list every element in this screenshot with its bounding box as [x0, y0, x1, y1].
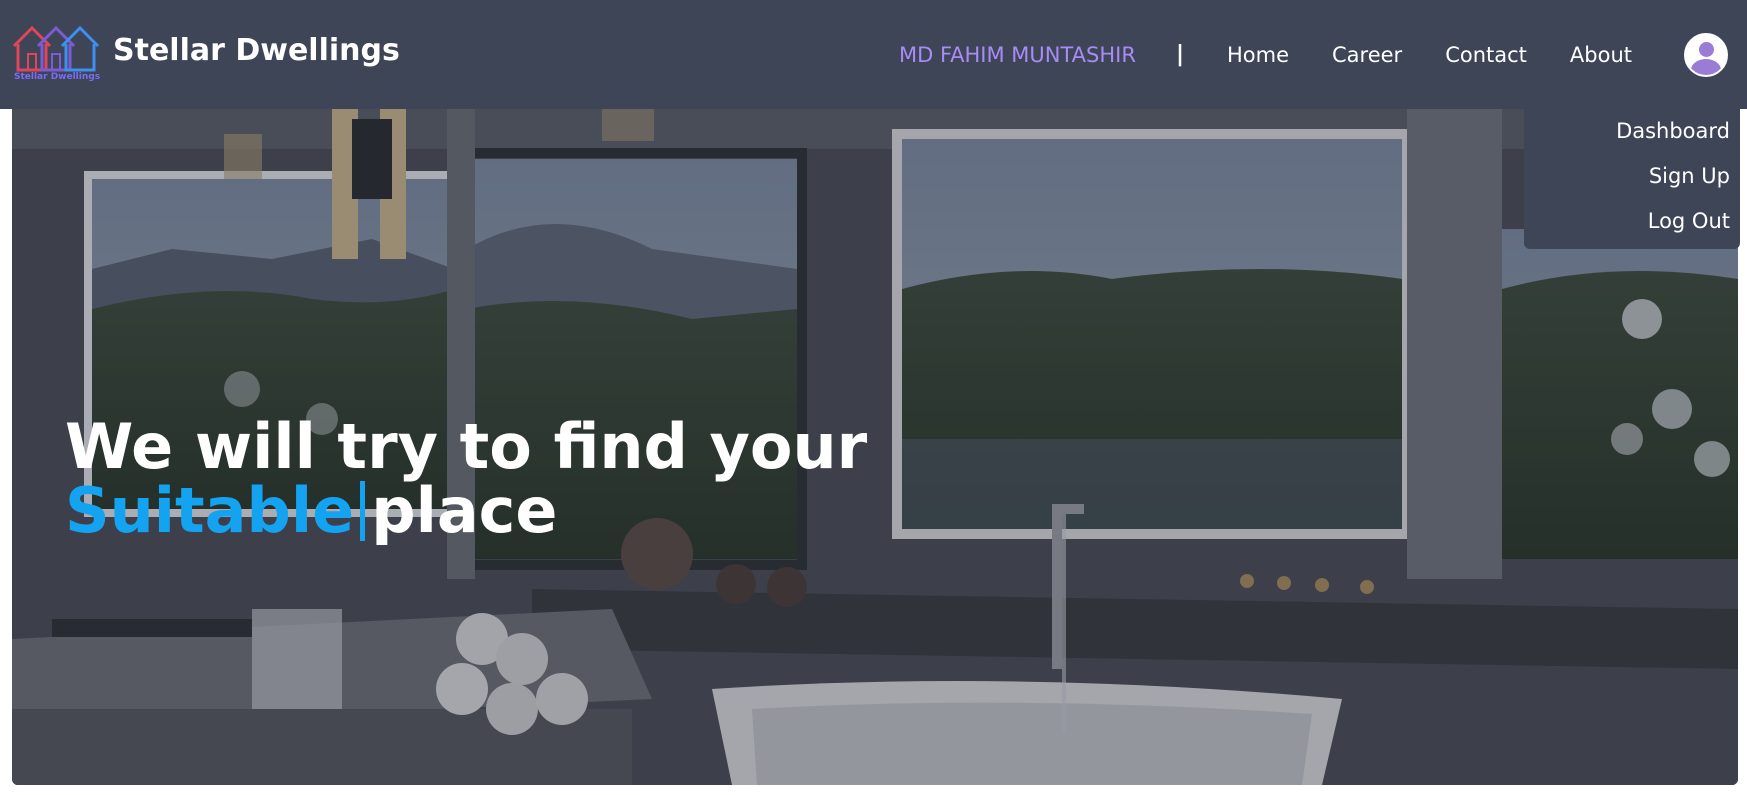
hero-banner: We will try to find your Suitable place — [12, 109, 1738, 785]
avatar-head — [1699, 41, 1714, 57]
hero-headline-line1: We will try to find your — [65, 410, 868, 483]
nav-menu: MD FAHIM MUNTASHIR | Home Career Contact… — [899, 0, 1747, 109]
dropdown-item-dashboard[interactable]: Dashboard — [1616, 119, 1730, 143]
brand-name[interactable]: Stellar Dwellings — [113, 33, 400, 68]
avatar-body — [1691, 58, 1721, 75]
navbar: Stellar Dwellings Stellar Dwellings MD F… — [0, 0, 1747, 109]
nav-link-contact[interactable]: Contact — [1445, 43, 1527, 67]
hero-headline-rest: place — [371, 474, 558, 547]
brand-logo[interactable]: Stellar Dwellings — [12, 24, 100, 84]
typing-cursor — [360, 481, 366, 541]
nav-link-about[interactable]: About — [1570, 43, 1632, 67]
nav-separator: | — [1175, 42, 1184, 67]
hero-headline-line2: Suitable place — [65, 479, 867, 543]
dropdown-item-log-out[interactable]: Log Out — [1648, 209, 1730, 233]
user-avatar-icon[interactable] — [1684, 32, 1728, 77]
nav-link-home[interactable]: Home — [1227, 43, 1289, 67]
current-user-name: MD FAHIM MUNTASHIR — [899, 42, 1136, 67]
hero-typed-word: Suitable — [65, 474, 355, 547]
nav-link-career[interactable]: Career — [1332, 43, 1402, 67]
profile-dropdown-menu: Dashboard Sign Up Log Out — [1524, 109, 1740, 249]
logo-caption: Stellar Dwellings — [14, 72, 101, 82]
dropdown-item-sign-up[interactable]: Sign Up — [1649, 164, 1730, 188]
hero-headline: We will try to find your Suitable place — [65, 415, 867, 543]
house-logo-icon — [12, 25, 100, 72]
